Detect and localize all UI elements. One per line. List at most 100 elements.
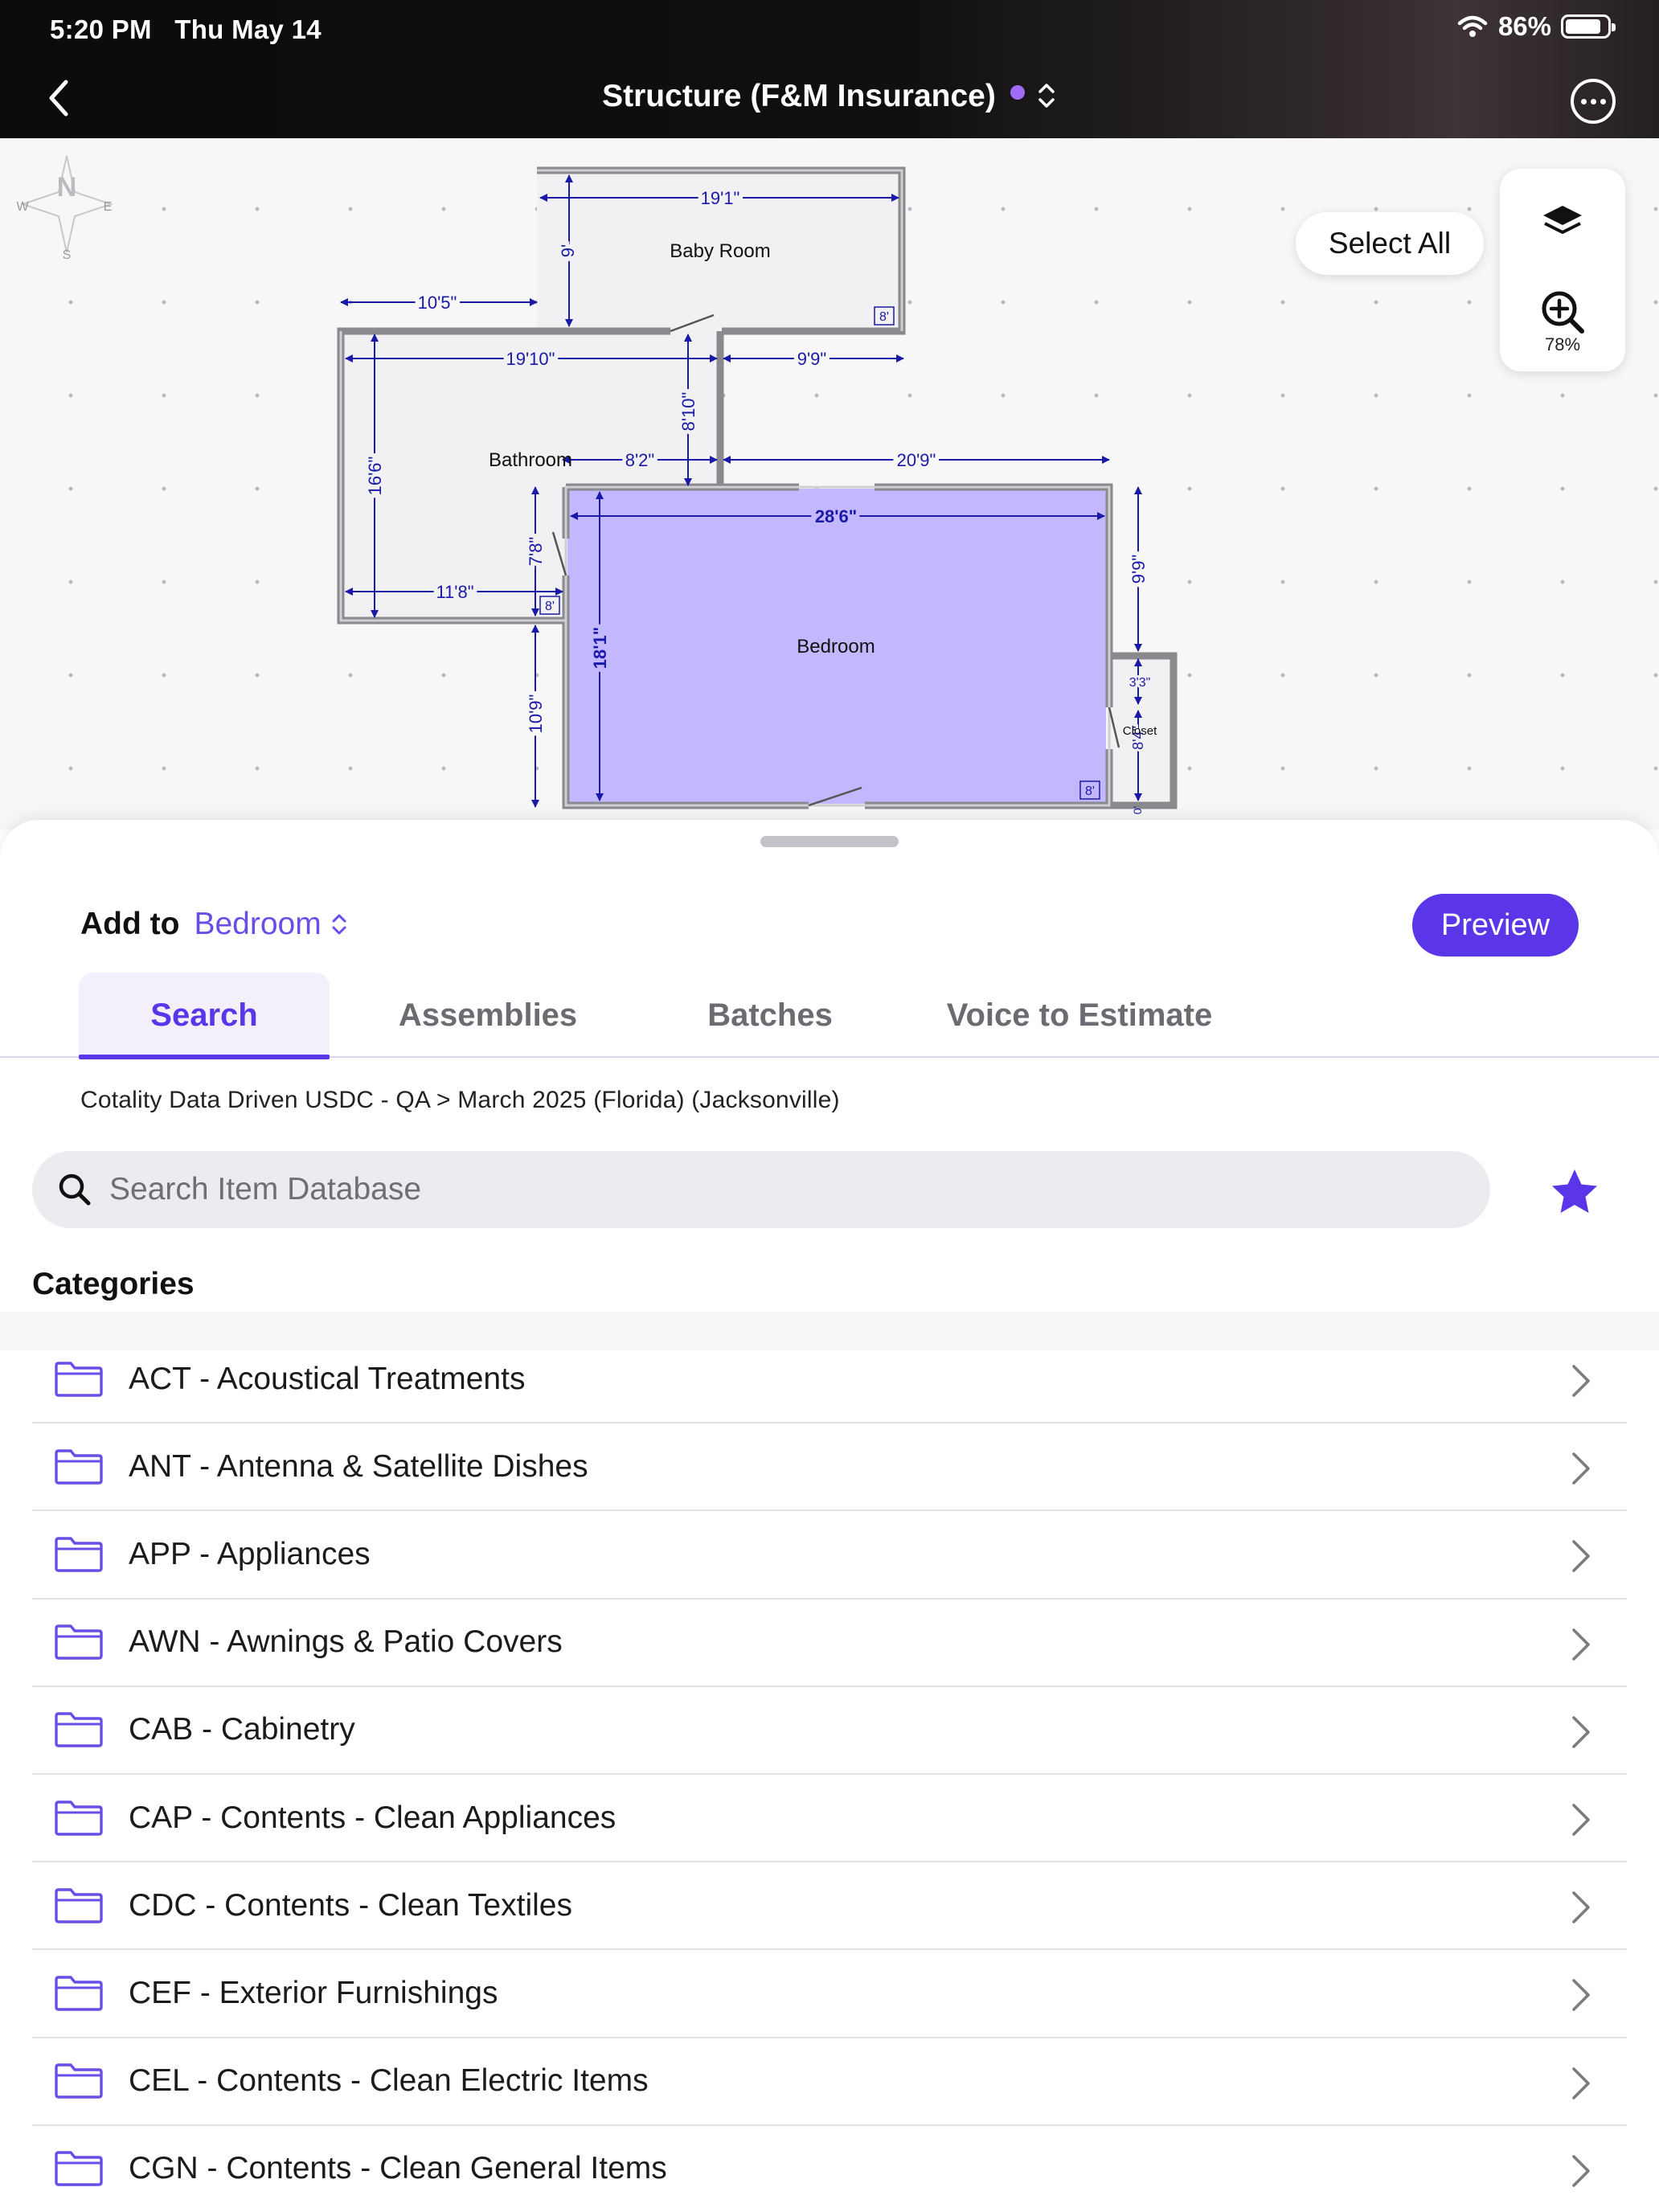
dim-label: 19'10"	[506, 349, 555, 369]
dim-label: 10'5"	[418, 293, 457, 313]
categories-heading: Categories	[32, 1267, 195, 1301]
layers-icon[interactable]	[1540, 199, 1585, 244]
canvas-tools-panel: 78%	[1500, 169, 1625, 371]
dim-label: 3'3"	[1129, 676, 1151, 690]
chevron-right-icon	[1572, 1540, 1590, 1573]
dim-label: 9'9"	[1129, 555, 1149, 584]
add-to-label: Add to	[80, 907, 180, 941]
category-list: ACT - Acoustical Treatments ANT - Antenna…	[32, 1336, 1627, 2212]
room-label-baby-room: Baby Room	[670, 240, 770, 262]
unsaved-dot	[1010, 84, 1025, 100]
chevron-right-icon	[1572, 1715, 1590, 1748]
dim-label: 10'9"	[526, 694, 546, 734]
ceiling-marker: 8'	[879, 310, 889, 324]
chevron-right-icon	[1572, 1891, 1590, 1923]
tab-bar: Search Assemblies Batches Voice to Estim…	[0, 973, 1659, 1059]
ellipsis-dot	[1600, 98, 1606, 104]
room-label-closet: Closet	[1123, 724, 1157, 738]
compass-n: N	[57, 172, 77, 203]
dim-label: 16'6"	[365, 457, 385, 496]
chevron-right-icon	[1572, 1452, 1590, 1485]
breadcrumb[interactable]: Cotality Data Driven USDC - QA > March 2…	[80, 1087, 840, 1114]
room-label-bathroom: Bathroom	[489, 449, 572, 471]
dim-label: 9'9"	[797, 349, 826, 369]
tab-assemblies[interactable]: Assemblies	[370, 973, 606, 1058]
folder-icon	[55, 1624, 103, 1660]
category-row[interactable]: CEF - Exterior Furnishings	[32, 1950, 1627, 2038]
tab-search[interactable]: Search	[79, 973, 330, 1059]
category-row[interactable]: AWN - Awnings & Patio Covers	[32, 1600, 1627, 1687]
chevron-right-icon	[1572, 2154, 1590, 2187]
category-row[interactable]: APP - Appliances	[32, 1511, 1627, 1600]
chevron-up-down-icon	[332, 914, 346, 935]
folder-icon	[55, 1976, 103, 2011]
room-label-bedroom: Bedroom	[797, 636, 875, 657]
tab-batches[interactable]: Batches	[659, 973, 881, 1058]
folder-icon	[55, 2151, 103, 2186]
folder-icon	[55, 1537, 103, 1572]
add-to-room-picker[interactable]: Bedroom	[194, 907, 348, 942]
search-bar[interactable]	[32, 1151, 1490, 1228]
status-date: Thu May 14	[174, 14, 322, 44]
folder-icon	[55, 1361, 103, 1397]
search-icon	[59, 1174, 91, 1206]
zoom-level: 78%	[1544, 334, 1581, 354]
category-label: CEF - Exterior Furnishings	[129, 1975, 498, 2010]
bottom-sheet: Add to Bedroom Preview Search Assemblies…	[0, 820, 1659, 2212]
wifi-icon	[1457, 15, 1488, 37]
add-to-selector: Add to Bedroom	[80, 907, 349, 942]
ellipsis-dot	[1580, 98, 1587, 104]
preview-button[interactable]: Preview	[1412, 894, 1579, 956]
category-row[interactable]: CGN - Contents - Clean General Items	[32, 2126, 1627, 2212]
dim-label: 19'1"	[701, 188, 740, 208]
category-label: CGN - Contents - Clean General Items	[129, 2151, 667, 2186]
dim-label: 0'	[1131, 806, 1144, 814]
category-row[interactable]: CAP - Contents - Clean Appliances	[32, 1775, 1627, 1863]
search-input[interactable]	[109, 1172, 1395, 1207]
folder-icon	[55, 2063, 103, 2099]
status-time: 5:20 PM Thu May 14	[50, 14, 322, 45]
dim-label: 11'8"	[436, 582, 473, 602]
more-options-button[interactable]	[1571, 79, 1616, 124]
floorplan-canvas[interactable]: 19'1" 9' 10'5" 19'10" 9'9" 8'10" 8'2" 20…	[0, 138, 1659, 830]
category-row[interactable]: ANT - Antenna & Satellite Dishes	[32, 1423, 1627, 1512]
dim-label: 9'	[558, 244, 578, 257]
category-row[interactable]: CDC - Contents - Clean Textiles	[32, 1862, 1627, 1951]
category-row[interactable]: CAB - Cabinetry	[32, 1687, 1627, 1775]
chevron-right-icon	[1572, 1628, 1590, 1661]
dim-label: 8'10"	[678, 392, 698, 432]
chevron-up-down-icon[interactable]	[1036, 81, 1057, 110]
category-label: CEL - Contents - Clean Electric Items	[129, 2063, 649, 2099]
select-all-button[interactable]: Select All	[1296, 212, 1484, 275]
top-bar: 5:20 PM Thu May 14 86% Structure (F&M In…	[0, 0, 1659, 138]
folder-icon	[55, 1712, 103, 1748]
chevron-right-icon	[1572, 2067, 1590, 2099]
dim-label: 8'2"	[625, 450, 654, 470]
category-label: CDC - Contents - Clean Textiles	[129, 1887, 572, 1923]
compass-s: S	[63, 248, 72, 260]
tab-voice-to-estimate[interactable]: Voice to Estimate	[924, 973, 1235, 1058]
category-row[interactable]: CEL - Contents - Clean Electric Items	[32, 2038, 1627, 2126]
category-label: CAB - Cabinetry	[129, 1712, 355, 1747]
category-label: AWN - Awnings & Patio Covers	[129, 1624, 563, 1660]
ceiling-marker: 8'	[1085, 784, 1095, 798]
battery-fill	[1566, 19, 1600, 34]
sheet-grabber[interactable]	[760, 836, 899, 847]
folder-icon	[55, 1888, 103, 1923]
ellipsis-dot	[1590, 98, 1596, 104]
zoom-in-icon[interactable]	[1535, 288, 1591, 336]
category-label: ANT - Antenna & Satellite Dishes	[129, 1448, 588, 1484]
star-icon[interactable]	[1550, 1167, 1600, 1215]
category-row[interactable]: ACT - Acoustical Treatments	[32, 1336, 1627, 1424]
compass-e: E	[104, 200, 113, 214]
chevron-right-icon	[1572, 1365, 1590, 1397]
ceiling-marker: 8'	[545, 600, 555, 613]
status-indicators: 86%	[1456, 11, 1616, 42]
dim-label: 20'9"	[897, 450, 936, 470]
folder-icon	[55, 1449, 103, 1485]
page-title-bar[interactable]: Structure (F&M Insurance)	[0, 79, 1659, 115]
page-title: Structure (F&M Insurance)	[602, 79, 996, 113]
status-clock: 5:20 PM	[50, 14, 152, 44]
battery-icon	[1561, 14, 1616, 39]
dim-label: 7'8"	[526, 537, 546, 566]
